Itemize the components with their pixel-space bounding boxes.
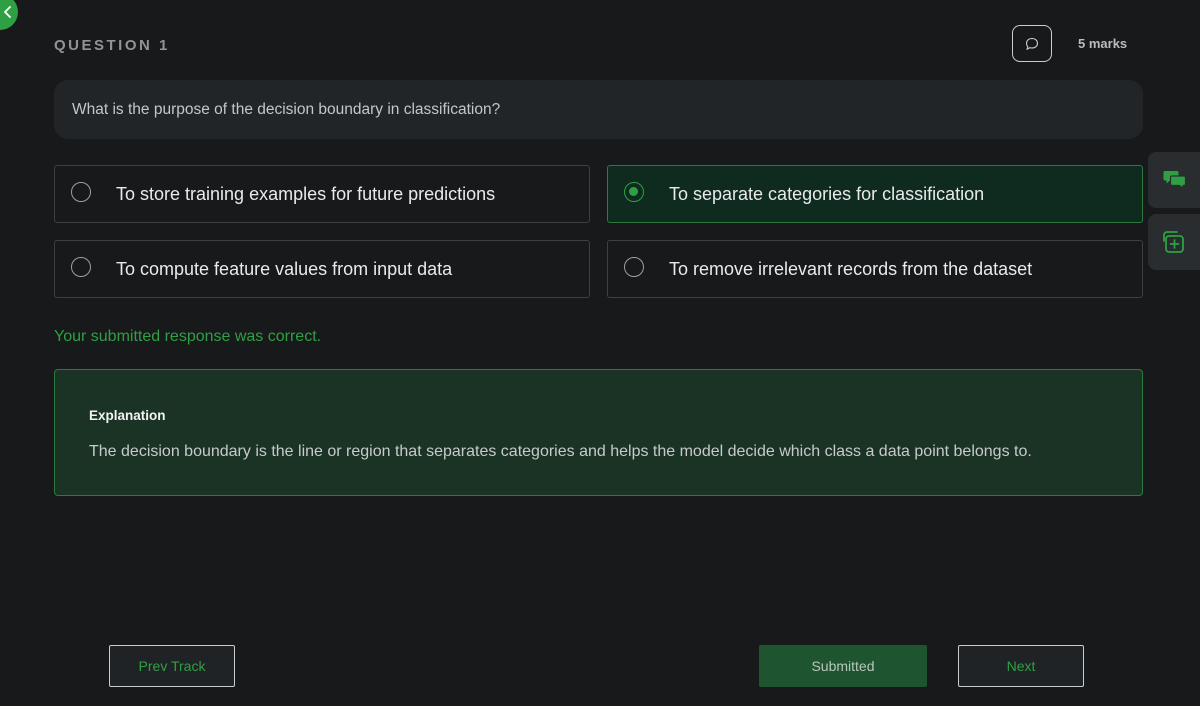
- question-text: What is the purpose of the decision boun…: [72, 100, 501, 118]
- add-side-button[interactable]: [1148, 214, 1200, 270]
- quiz-page: QUESTION 1 5 marks What is the purpose o…: [0, 0, 1200, 706]
- result-message: Your submitted response was correct.: [54, 328, 322, 345]
- question-number: QUESTION 1: [54, 37, 170, 54]
- answer-option-label: To separate categories for classificatio…: [669, 184, 985, 204]
- chevron-left-icon: [4, 6, 11, 18]
- comment-button[interactable]: [1012, 25, 1052, 62]
- radio-button[interactable]: [71, 257, 91, 277]
- explanation-title: Explanation: [89, 408, 166, 423]
- answer-option-label: To store training examples for future pr…: [116, 184, 496, 204]
- question-text-box: What is the purpose of the decision boun…: [54, 80, 1143, 139]
- explanation-text: The decision boundary is the line or reg…: [89, 443, 1032, 460]
- prev-track-button[interactable]: Prev Track: [109, 645, 235, 687]
- marks-label: 5 marks: [1078, 36, 1128, 51]
- speech-bubble-icon: [1025, 37, 1039, 50]
- explanation-panel: Explanation The decision boundary is the…: [54, 369, 1143, 496]
- add-card-icon: [1163, 231, 1184, 253]
- radio-button[interactable]: [624, 257, 644, 277]
- chat-side-button[interactable]: [1148, 152, 1200, 208]
- answer-option-3[interactable]: To compute feature values from input dat…: [54, 240, 590, 298]
- answer-option-label: To remove irrelevant records from the da…: [669, 259, 1033, 279]
- next-button[interactable]: Next: [958, 645, 1084, 687]
- back-button[interactable]: [0, 0, 18, 30]
- submitted-button[interactable]: Submitted: [759, 645, 927, 687]
- answer-option-2[interactable]: To separate categories for classificatio…: [607, 165, 1143, 223]
- answer-option-label: To compute feature values from input dat…: [116, 259, 453, 279]
- radio-button-selected[interactable]: [624, 182, 644, 202]
- radio-button[interactable]: [71, 182, 91, 202]
- chat-bubbles-icon: [1163, 171, 1187, 190]
- answer-option-4[interactable]: To remove irrelevant records from the da…: [607, 240, 1143, 298]
- answer-option-1[interactable]: To store training examples for future pr…: [54, 165, 590, 223]
